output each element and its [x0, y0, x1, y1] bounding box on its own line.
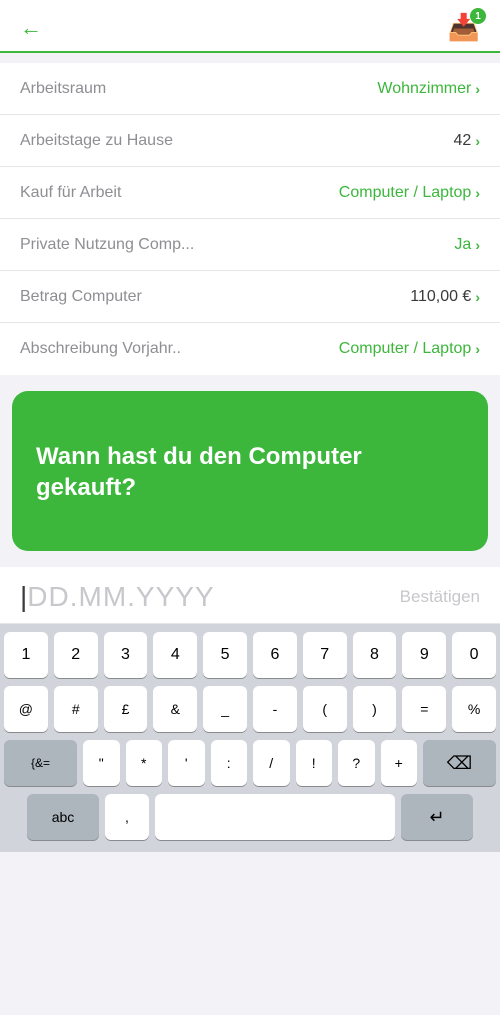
- key-0[interactable]: 0: [452, 632, 496, 678]
- keyboard-row-bottom: abc , ↵: [4, 794, 496, 840]
- green-card-text: Wann hast du den Computer gekauft?: [36, 441, 464, 503]
- key-2[interactable]: 2: [54, 632, 98, 678]
- key-exclaim[interactable]: !: [296, 740, 333, 786]
- header: ← 📥 1: [0, 0, 500, 53]
- form-row-kauf[interactable]: Kauf für Arbeit Computer / Laptop ›: [0, 167, 500, 219]
- row-label-arbeitsraum: Arbeitsraum: [20, 80, 106, 98]
- date-cursor: |: [20, 581, 27, 613]
- key-quote[interactable]: ": [83, 740, 120, 786]
- row-label-betrag: Betrag Computer: [20, 288, 142, 306]
- keyboard-row-symbols: @ # £ & _ - ( ) = %: [4, 686, 496, 732]
- back-button[interactable]: ←: [20, 15, 42, 41]
- key-at[interactable]: @: [4, 686, 48, 732]
- row-value-betrag: 110,00 € ›: [410, 288, 480, 306]
- key-apostrophe[interactable]: ': [168, 740, 205, 786]
- key-pound[interactable]: £: [104, 686, 148, 732]
- key-abc[interactable]: abc: [27, 794, 99, 840]
- key-comma[interactable]: ,: [105, 794, 149, 840]
- key-1[interactable]: 1: [4, 632, 48, 678]
- key-underscore[interactable]: _: [203, 686, 247, 732]
- date-placeholder: DD.MM.YYYY: [27, 581, 214, 613]
- keyboard-row-numbers: 1 2 3 4 5 6 7 8 9 0: [4, 632, 496, 678]
- key-star[interactable]: *: [126, 740, 163, 786]
- key-question[interactable]: ?: [338, 740, 375, 786]
- green-card: Wann hast du den Computer gekauft?: [12, 391, 488, 551]
- form-list: Arbeitsraum Wohnzimmer › Arbeitstage zu …: [0, 63, 500, 375]
- key-rparen[interactable]: ): [353, 686, 397, 732]
- date-input-field[interactable]: | DD.MM.YYYY: [20, 581, 215, 613]
- form-row-private[interactable]: Private Nutzung Comp... Ja ›: [0, 219, 500, 271]
- chevron-icon: ›: [475, 185, 480, 201]
- row-value-kauf: Computer / Laptop ›: [339, 184, 480, 202]
- key-8[interactable]: 8: [353, 632, 397, 678]
- key-equals[interactable]: =: [402, 686, 446, 732]
- chevron-icon: ›: [475, 81, 480, 97]
- row-label-private: Private Nutzung Comp...: [20, 236, 194, 254]
- row-value-private: Ja ›: [454, 236, 480, 254]
- form-row-betrag[interactable]: Betrag Computer 110,00 € ›: [0, 271, 500, 323]
- date-input-row[interactable]: | DD.MM.YYYY Bestätigen: [0, 567, 500, 624]
- keyboard: 1 2 3 4 5 6 7 8 9 0 @ # £ & _ - ( ) = % …: [0, 624, 500, 852]
- key-plus[interactable]: +: [381, 740, 418, 786]
- key-6[interactable]: 6: [253, 632, 297, 678]
- key-hash[interactable]: #: [54, 686, 98, 732]
- chevron-icon: ›: [475, 289, 480, 305]
- key-space[interactable]: [155, 794, 395, 840]
- inbox-button[interactable]: 📥 1: [448, 12, 480, 43]
- chevron-icon: ›: [475, 341, 480, 357]
- row-value-arbeitstage: 42 ›: [454, 132, 480, 150]
- key-7[interactable]: 7: [303, 632, 347, 678]
- key-9[interactable]: 9: [402, 632, 446, 678]
- key-4[interactable]: 4: [153, 632, 197, 678]
- form-row-abschreibung[interactable]: Abschreibung Vorjahr.. Computer / Laptop…: [0, 323, 500, 375]
- form-row-arbeitstage[interactable]: Arbeitstage zu Hause 42 ›: [0, 115, 500, 167]
- key-return[interactable]: ↵: [401, 794, 473, 840]
- key-minus[interactable]: -: [253, 686, 297, 732]
- row-label-kauf: Kauf für Arbeit: [20, 184, 121, 202]
- row-value-arbeitsraum: Wohnzimmer ›: [377, 80, 480, 98]
- confirm-button[interactable]: Bestätigen: [400, 587, 480, 607]
- inbox-badge: 1: [470, 8, 486, 24]
- form-row-arbeitsraum[interactable]: Arbeitsraum Wohnzimmer ›: [0, 63, 500, 115]
- key-slash[interactable]: /: [253, 740, 290, 786]
- key-switch-symbols[interactable]: {&=: [4, 740, 77, 786]
- key-3[interactable]: 3: [104, 632, 148, 678]
- key-amp[interactable]: &: [153, 686, 197, 732]
- keyboard-row-more-symbols: {&= " * ' : / ! ? + ⌫: [4, 740, 496, 786]
- row-label-abschreibung: Abschreibung Vorjahr..: [20, 340, 181, 358]
- key-colon[interactable]: :: [211, 740, 248, 786]
- backspace-key[interactable]: ⌫: [423, 740, 496, 786]
- key-5[interactable]: 5: [203, 632, 247, 678]
- key-percent[interactable]: %: [452, 686, 496, 732]
- chevron-icon: ›: [475, 237, 480, 253]
- row-value-abschreibung: Computer / Laptop ›: [339, 340, 480, 358]
- row-label-arbeitstage: Arbeitstage zu Hause: [20, 132, 173, 150]
- chevron-icon: ›: [475, 133, 480, 149]
- key-lparen[interactable]: (: [303, 686, 347, 732]
